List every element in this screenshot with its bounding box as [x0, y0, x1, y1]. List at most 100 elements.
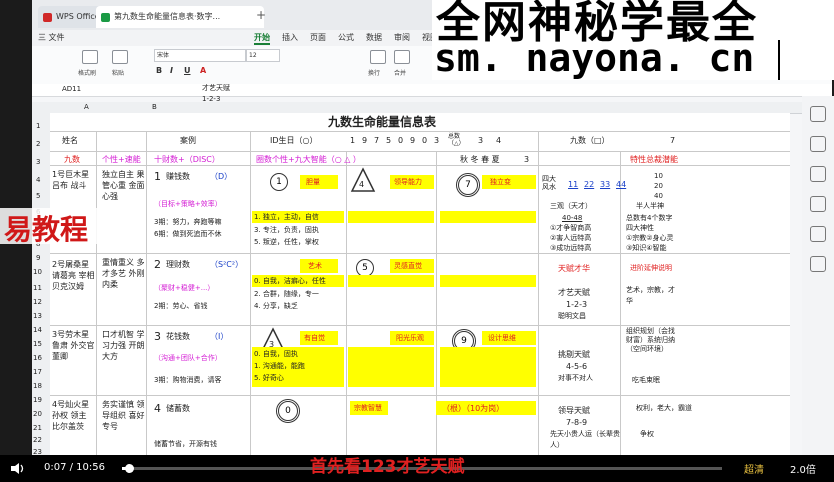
row-20[interactable]: 20 [33, 409, 42, 420]
sidebar-tool-icon[interactable] [810, 196, 826, 212]
row-13[interactable]: 13 [33, 311, 42, 322]
cai-nums: 1-2-3 [566, 300, 588, 309]
block1-circle-num: 1 [276, 177, 282, 187]
row-19[interactable]: 19 [33, 395, 42, 406]
merge-cells-icon[interactable] [394, 50, 410, 64]
menu-insert[interactable]: 插入 [282, 32, 298, 43]
highlight [348, 211, 434, 223]
block4-num: 4 [154, 402, 161, 415]
grid-line [50, 395, 790, 396]
new-tab-button[interactable]: + [256, 8, 266, 22]
block1-label: 1号巨木星 吕布 战斗 [52, 170, 90, 190]
row-3[interactable]: 3 [36, 157, 40, 168]
xinlu-num: 44 [616, 180, 627, 189]
quality-button[interactable]: 超清 [744, 461, 764, 476]
row-15[interactable]: 15 [33, 339, 42, 350]
underline-button[interactable]: U [184, 66, 191, 75]
block2-line: 2期：劳心、省钱 [154, 302, 208, 310]
row-12[interactable]: 12 [33, 297, 42, 308]
font-color-button[interactable]: A [200, 66, 206, 75]
col-a[interactable]: A [84, 102, 89, 113]
file-menu[interactable]: 三 文件 [38, 32, 65, 43]
block2-tag: 艺术 [308, 262, 322, 270]
menu-start[interactable]: 开始 [254, 32, 270, 45]
block4-tag: 宗教智慧 [354, 404, 382, 412]
row-9[interactable]: 9 [36, 253, 40, 264]
name-box[interactable]: AD11 [62, 84, 81, 95]
row-16[interactable]: 16 [33, 353, 42, 364]
tab-document[interactable]: 第九数生命能量信息表·数字... [96, 6, 264, 28]
tiao-nums: 4-5-6 [566, 362, 588, 371]
paste-icon[interactable] [112, 50, 128, 64]
xinlu-num: 11 [568, 180, 579, 189]
total-b: 4 [496, 136, 502, 145]
format-painter-icon[interactable] [82, 50, 98, 64]
wrap-text-icon[interactable] [370, 50, 386, 64]
spreadsheet-grid[interactable]: 九数生命能量信息表 姓名 案例 ID生日（○） 1 9 7 5 0 9 0 3 … [50, 113, 790, 460]
watermark-text: 易教程 [4, 213, 89, 246]
row-17[interactable]: 17 [33, 367, 42, 378]
bold-button[interactable]: B [156, 66, 162, 75]
block4-line: 储蓄节省，开源有钱 [154, 440, 217, 448]
lead-label: 领导天赋 [558, 406, 590, 415]
block2-tag: 灵感直觉 [394, 262, 422, 270]
row-4[interactable]: 4 [36, 175, 40, 186]
grid-line [50, 131, 790, 132]
block3-note: （沟通+团队+合作） [154, 354, 222, 362]
birth-digit: 5 [386, 136, 392, 145]
row-22[interactable]: 22 [33, 435, 42, 446]
org-note: 组织规划（会找财富）系统归纳（空间环境） [626, 327, 675, 353]
wps-logo-icon [43, 13, 52, 22]
three-line: ③成功远特高 [550, 244, 592, 252]
menu-data[interactable]: 数据 [366, 32, 382, 43]
watermark-box: 易教程 [0, 208, 100, 246]
menu-review[interactable]: 审阅 [394, 32, 410, 43]
font-size-select[interactable]: 12 [246, 49, 280, 62]
grid-line [50, 151, 790, 152]
arrow-note: 争权 [640, 430, 654, 438]
block1-double-circle: 7 [456, 173, 480, 197]
volume-icon[interactable] [10, 462, 24, 475]
paste-label: 粘贴 [112, 70, 125, 77]
block1-trait: 1. 独立，主动，自信 [254, 213, 319, 221]
block2-sub: （S²C²） [210, 260, 244, 269]
progress-handle[interactable] [124, 464, 134, 473]
row-14[interactable]: 14 [33, 325, 42, 336]
block4-double-circle: 0 [276, 399, 300, 423]
row-18[interactable]: 18 [33, 381, 42, 392]
row-21[interactable]: 21 [33, 423, 42, 434]
menu-formula[interactable]: 公式 [338, 32, 354, 43]
block3-trait: 5. 好奇心 [254, 374, 284, 382]
grid-line [50, 165, 790, 166]
row3-ten: 十财数+（DISC） [154, 155, 220, 164]
tiao-desc: 对事不对人 [558, 374, 593, 382]
talent-label: 天赋才华 [558, 264, 590, 273]
block1-type: 赚钱数 [166, 172, 190, 181]
menu-page[interactable]: 页面 [310, 32, 326, 43]
sidebar-tool-icon[interactable] [810, 256, 826, 272]
font-name-select[interactable]: 宋体 [154, 49, 246, 62]
italic-button[interactable]: I [170, 66, 173, 75]
row-11[interactable]: 11 [33, 283, 42, 294]
sidebar-tool-icon[interactable] [810, 136, 826, 152]
birth-digit: 0 [422, 136, 428, 145]
block3-type: 花钱数 [166, 332, 190, 341]
header-name: 姓名 [62, 136, 78, 145]
block3-tag: 有自觉 [304, 334, 325, 342]
sidebar-tool-icon[interactable] [810, 106, 826, 122]
speed-button[interactable]: 2.0倍 [790, 461, 816, 476]
sidebar-tool-icon[interactable] [810, 166, 826, 182]
row-2[interactable]: 2 [36, 139, 40, 150]
row-1[interactable]: 1 [36, 121, 40, 132]
row-10[interactable]: 10 [33, 267, 42, 278]
col-b[interactable]: B [152, 102, 157, 113]
block1-line: 6期：做到死追而不休 [154, 230, 222, 238]
time-display: 0:07 / 10:56 [44, 462, 106, 473]
text-cursor [778, 40, 780, 80]
sidebar-tool-icon[interactable] [810, 226, 826, 242]
birth-digit: 3 [434, 136, 440, 145]
grid-line [96, 131, 97, 460]
header-case: 案例 [180, 136, 196, 145]
block1-tag: 领导能力 [394, 178, 422, 186]
row-5[interactable]: 5 [36, 191, 40, 202]
